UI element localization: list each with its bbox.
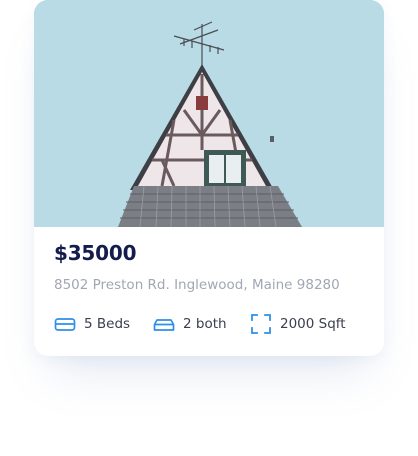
price: $35000	[54, 241, 137, 265]
page: $35000 8502 Preston Rd. Inglewood, Maine…	[0, 0, 418, 456]
feature-area-label: 2000 Sqft	[280, 316, 346, 332]
feature-baths-label: 2 both	[183, 316, 227, 332]
property-card[interactable]: $35000 8502 Preston Rd. Inglewood, Maine…	[34, 0, 384, 356]
feature-area: 2000 Sqft	[250, 313, 346, 335]
feature-beds: 5 Beds	[54, 313, 130, 335]
features-row: 5 Beds 2 both 2000 Sqft	[54, 313, 374, 335]
address: 8502 Preston Rd. Inglewood, Maine 98280	[54, 277, 340, 293]
bed-icon	[54, 313, 76, 335]
feature-baths: 2 both	[153, 313, 227, 335]
area-frame-icon	[250, 313, 272, 335]
bath-icon	[153, 313, 175, 335]
feature-beds-label: 5 Beds	[84, 316, 131, 332]
property-photo	[34, 0, 384, 227]
